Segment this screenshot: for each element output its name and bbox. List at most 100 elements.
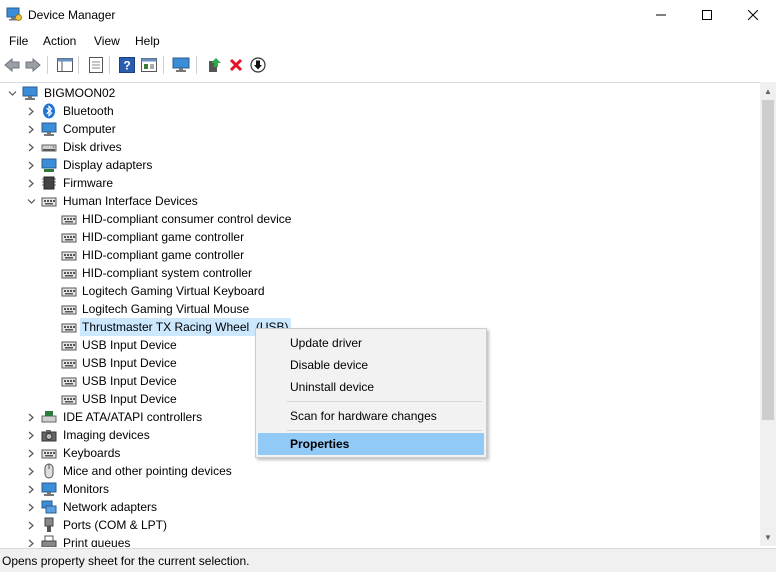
title-bar: Device Manager — [0, 0, 776, 30]
hid-device-icon — [61, 233, 77, 243]
toolbar-separator — [109, 56, 110, 74]
expand-chevron-icon[interactable] — [26, 408, 36, 426]
tree-device-label: HID-compliant consumer control device — [82, 212, 292, 226]
menu-item-disable-device[interactable]: Disable device — [258, 354, 484, 376]
svg-text:?: ? — [123, 59, 130, 73]
forward-button[interactable] — [24, 56, 42, 74]
expand-chevron-icon[interactable] — [26, 534, 36, 547]
menu-item-scan-hardware[interactable]: Scan for hardware changes — [258, 405, 484, 427]
menu-separator — [287, 401, 482, 402]
hid-icon — [41, 197, 57, 207]
show-hide-tree-button[interactable] — [56, 56, 74, 74]
resources-icon — [141, 58, 157, 72]
expand-chevron-icon[interactable] — [26, 102, 36, 120]
tree-device-item[interactable]: HID-compliant game controller — [0, 228, 760, 246]
resources-view-button[interactable] — [140, 56, 158, 74]
enable-device-button[interactable] — [249, 56, 267, 74]
uninstall-icon — [229, 58, 243, 72]
expand-chevron-icon[interactable] — [26, 498, 36, 516]
tree-category-disk-drives[interactable]: Disk drives — [0, 138, 760, 156]
collapse-chevron-icon[interactable] — [7, 84, 17, 102]
hid-device-icon — [61, 359, 77, 369]
expand-chevron-icon[interactable] — [26, 426, 36, 444]
tree-root[interactable]: BIGMOON02 — [0, 84, 760, 102]
maximize-button[interactable] — [684, 0, 730, 30]
properties-button[interactable] — [87, 56, 105, 74]
tree-category-computer[interactable]: Computer — [0, 120, 760, 138]
expand-chevron-icon[interactable] — [26, 480, 36, 498]
uninstall-device-button[interactable] — [227, 56, 245, 74]
back-icon — [4, 58, 20, 72]
tree-category-human-interface-devices[interactable]: Human Interface Devices — [0, 192, 760, 210]
scrollbar-thumb[interactable] — [762, 100, 774, 420]
tree-device-item[interactable]: HID-compliant consumer control device — [0, 210, 760, 228]
port-icon — [44, 517, 54, 532]
help-button[interactable]: ? — [118, 56, 136, 74]
tree-category-label: Imaging devices — [63, 428, 150, 442]
tree-category-network-adapters[interactable]: Network adapters — [0, 498, 760, 516]
tree-device-label: USB Input Device — [82, 338, 177, 352]
scan-hardware-button[interactable] — [172, 56, 190, 74]
collapse-chevron-icon[interactable] — [26, 192, 36, 210]
expand-chevron-icon[interactable] — [26, 516, 36, 534]
menu-item-update-driver[interactable]: Update driver — [258, 332, 484, 354]
toolbar-separator — [196, 56, 197, 74]
tree-device-label: Logitech Gaming Virtual Keyboard — [82, 284, 265, 298]
close-button[interactable] — [730, 0, 776, 30]
tree-category-ports[interactable]: Ports (COM & LPT) — [0, 516, 760, 534]
tree-category-label: Mice and other pointing devices — [63, 464, 232, 478]
tree-device-label: USB Input Device — [82, 374, 177, 388]
update-driver-icon — [209, 58, 221, 72]
tree-category-label: Human Interface Devices — [63, 194, 198, 208]
tree-device-item[interactable]: HID-compliant game controller — [0, 246, 760, 264]
tree-category-label: Ports (COM & LPT) — [63, 518, 168, 532]
hid-device-icon — [61, 395, 77, 405]
tree-category-mice[interactable]: Mice and other pointing devices — [0, 462, 760, 480]
expand-chevron-icon[interactable] — [26, 120, 36, 138]
expand-chevron-icon[interactable] — [26, 444, 36, 462]
tree-category-label: Bluetooth — [63, 104, 114, 118]
list-view-icon — [89, 57, 103, 73]
back-button[interactable] — [3, 56, 21, 74]
vertical-scrollbar[interactable]: ▲ ▼ — [760, 82, 776, 546]
menu-view[interactable]: View — [94, 34, 120, 48]
expand-chevron-icon[interactable] — [26, 462, 36, 480]
menu-file[interactable]: File — [9, 34, 28, 48]
expand-chevron-icon[interactable] — [26, 138, 36, 156]
hid-device-icon — [61, 341, 77, 351]
status-text: Opens property sheet for the current sel… — [2, 554, 250, 568]
menu-item-uninstall-device[interactable]: Uninstall device — [258, 376, 484, 398]
tree-device-item[interactable]: Logitech Gaming Virtual Mouse — [0, 300, 760, 318]
tree-category-firmware[interactable]: Firmware — [0, 174, 760, 192]
monitor-icon — [172, 57, 190, 72]
menu-bar: File Action View Help — [0, 30, 776, 52]
expand-chevron-icon[interactable] — [26, 156, 36, 174]
menu-separator — [287, 430, 482, 431]
device-tree: BIGMOON02 Bluetooth Computer Disk drives… — [0, 82, 760, 547]
disk-drive-icon — [41, 144, 57, 152]
hid-device-icon — [61, 215, 77, 225]
camera-icon — [41, 430, 57, 442]
tree-device-item[interactable]: HID-compliant system controller — [0, 264, 760, 282]
scroll-up-arrow-icon[interactable]: ▲ — [760, 83, 776, 99]
help-icon: ? — [119, 57, 135, 73]
toolbar-separator — [163, 56, 164, 74]
tree-category-bluetooth[interactable]: Bluetooth — [0, 102, 760, 120]
minimize-button[interactable] — [638, 0, 684, 30]
tree-category-label: Display adapters — [63, 158, 153, 172]
tree-category-display-adapters[interactable]: Display adapters — [0, 156, 760, 174]
update-driver-button[interactable] — [205, 56, 223, 74]
tree-category-print-queues[interactable]: Print queues — [0, 534, 760, 547]
tree-device-label: USB Input Device — [82, 356, 177, 370]
tree-device-item[interactable]: Logitech Gaming Virtual Keyboard — [0, 282, 760, 300]
display-adapter-icon — [41, 158, 57, 172]
context-menu: Update driver Disable device Uninstall d… — [255, 328, 487, 458]
mouse-icon — [44, 463, 54, 479]
expand-chevron-icon[interactable] — [26, 174, 36, 192]
menu-action[interactable]: Action — [43, 34, 76, 48]
tree-category-monitors[interactable]: Monitors — [0, 480, 760, 498]
menu-help[interactable]: Help — [135, 34, 160, 48]
scroll-down-arrow-icon[interactable]: ▼ — [760, 529, 776, 545]
menu-item-properties[interactable]: Properties — [258, 433, 484, 455]
toolbar-separator — [78, 56, 79, 74]
